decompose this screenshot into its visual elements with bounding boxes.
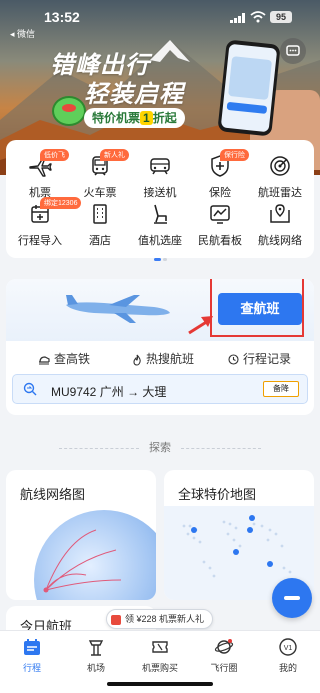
nav-buy-tickets[interactable]: 机票购买: [128, 637, 192, 674]
flight-number: MU9742: [51, 385, 97, 399]
banner-slogan-line2: 轻装启程: [84, 81, 184, 108]
new-user-coupon-pill[interactable]: 领 ¥228 机票新人礼: [106, 609, 214, 629]
grid-item-hotel[interactable]: 酒店: [72, 202, 128, 248]
home-indicator: [107, 682, 213, 686]
route-arrow: →: [127, 385, 140, 399]
item-tag: 保行险: [220, 149, 249, 161]
collapse-fab-button[interactable]: [272, 578, 312, 618]
origin-city: 广州: [99, 385, 124, 399]
route-map-icon: [270, 204, 290, 223]
explore-section-header: 探索: [0, 439, 320, 455]
nav-profile[interactable]: V1 我的: [256, 637, 320, 674]
banner-promo-pill: 特价机票 1 折起: [84, 108, 185, 128]
quick-services-grid: 低价飞 机票 新人礼 火车票 接送机 保行险 保险 航班雷达 绑定12306 行…: [6, 140, 314, 261]
itinerary-icon: [24, 639, 40, 655]
grid-item-check-in-seat[interactable]: 值机选座: [132, 202, 188, 248]
nav-flight-circle[interactable]: 飞行圈: [192, 637, 256, 674]
promo-highlight: 1: [140, 111, 153, 125]
nav-itinerary[interactable]: 行程: [0, 637, 64, 674]
item-tag: 新人礼: [100, 149, 129, 161]
tab-label: 热搜航班: [146, 352, 195, 366]
grid-item-label: 酒店: [89, 235, 111, 247]
back-to-wechat-link[interactable]: ◂ 微信: [10, 27, 35, 40]
nav-label: 行程: [22, 663, 41, 673]
hotel-icon: [93, 204, 107, 224]
promo-text: 特价机票: [92, 111, 141, 125]
tab-hot-flights[interactable]: 热搜航班: [132, 350, 194, 367]
chat-button[interactable]: [280, 38, 306, 64]
flight-search-icon: [23, 382, 37, 396]
cellular-signal-icon: [230, 13, 245, 23]
grid-item-route-network[interactable]: 航线网络: [252, 202, 308, 248]
clock-icon: [228, 354, 239, 365]
grid-item-label: 接送机: [143, 187, 177, 199]
flight-status-badge: 备降: [263, 381, 299, 397]
ticket-icon: [152, 641, 168, 653]
dashboard-icon: [210, 205, 230, 224]
grid-item-label: 航班雷达: [258, 187, 302, 199]
card-title: 航线网络图: [20, 487, 86, 502]
wifi-icon: [250, 11, 266, 23]
grid-item-label: 值机选座: [138, 235, 182, 247]
nav-label: 机票购买: [141, 663, 178, 673]
annotation-arrow-icon: [188, 316, 213, 335]
grid-page-indicator: [154, 248, 169, 266]
airport-tower-icon: [88, 640, 104, 656]
tab-high-speed-rail[interactable]: 查高铁: [38, 350, 90, 367]
profile-icon: V1: [279, 638, 297, 656]
route-lines-illustration: [43, 529, 122, 593]
planet-icon: [214, 639, 234, 654]
grid-item-label: 行程导入: [18, 235, 62, 247]
grid-item-train-tickets[interactable]: 新人礼 火车票: [72, 149, 129, 200]
nav-label: 飞行圈: [210, 663, 238, 673]
grid-item-label: 火车票: [83, 187, 117, 199]
tab-label: 查高铁: [54, 352, 91, 366]
card-title: 全球特价地图: [178, 487, 257, 502]
svg-text:V1: V1: [284, 645, 293, 652]
item-tag: 低价飞: [40, 149, 69, 161]
grid-item-itinerary-import[interactable]: 绑定12306 行程导入: [12, 197, 82, 248]
nav-label: 机场: [86, 663, 105, 673]
recent-flight-row[interactable]: MU9742 广州 → 大理 备降: [12, 374, 308, 404]
grid-item-label: 民航看板: [198, 235, 242, 247]
tab-label: 行程记录: [243, 352, 292, 366]
explore-title: 探索: [149, 442, 171, 454]
grid-item-airport-transfer[interactable]: 接送机: [132, 154, 188, 200]
grid-item-flight-tickets[interactable]: 低价飞 机票: [12, 149, 69, 200]
phone-illustration: [217, 39, 281, 137]
flame-icon: [133, 354, 141, 366]
promo-suffix: 折起: [152, 111, 177, 125]
grid-item-aviation-dashboard[interactable]: 民航看板: [192, 202, 248, 248]
rail-icon: [39, 356, 50, 365]
gift-icon: [111, 614, 121, 625]
seat-icon: [154, 204, 167, 224]
nav-label: 我的: [278, 663, 297, 673]
battery-indicator: 95: [270, 11, 292, 23]
tab-trip-records[interactable]: 行程记录: [228, 350, 291, 367]
grid-item-label: 保险: [209, 187, 231, 199]
destination-city: 大理: [142, 385, 167, 399]
coupon-text: 领 ¥228 机票新人礼: [125, 614, 205, 624]
status-bar: 13:52 95: [0, 6, 320, 26]
radar-icon: [270, 156, 290, 176]
flight-route-text: MU9742 广州 → 大理: [51, 383, 166, 400]
status-time: 13:52: [44, 9, 80, 25]
mascot-illustration: [52, 96, 86, 126]
grid-item-flight-radar[interactable]: 航班雷达: [252, 154, 308, 200]
route-network-card[interactable]: 航线网络图: [6, 470, 156, 600]
car-icon: [150, 158, 170, 175]
grid-item-label: 航线网络: [258, 235, 302, 247]
chat-bubble-icon: [286, 45, 300, 56]
flight-search-card: 查航班 查高铁 热搜航班 行程记录 MU9742 广州 → 大理 备降: [6, 279, 314, 415]
grid-item-insurance[interactable]: 保行险 保险: [192, 149, 249, 200]
highlight-annotation-box: [210, 279, 304, 337]
quick-tabs: 查高铁 热搜航班 行程记录: [6, 347, 314, 369]
airplane-illustration: [66, 295, 170, 323]
nav-airport[interactable]: 机场: [64, 637, 128, 674]
